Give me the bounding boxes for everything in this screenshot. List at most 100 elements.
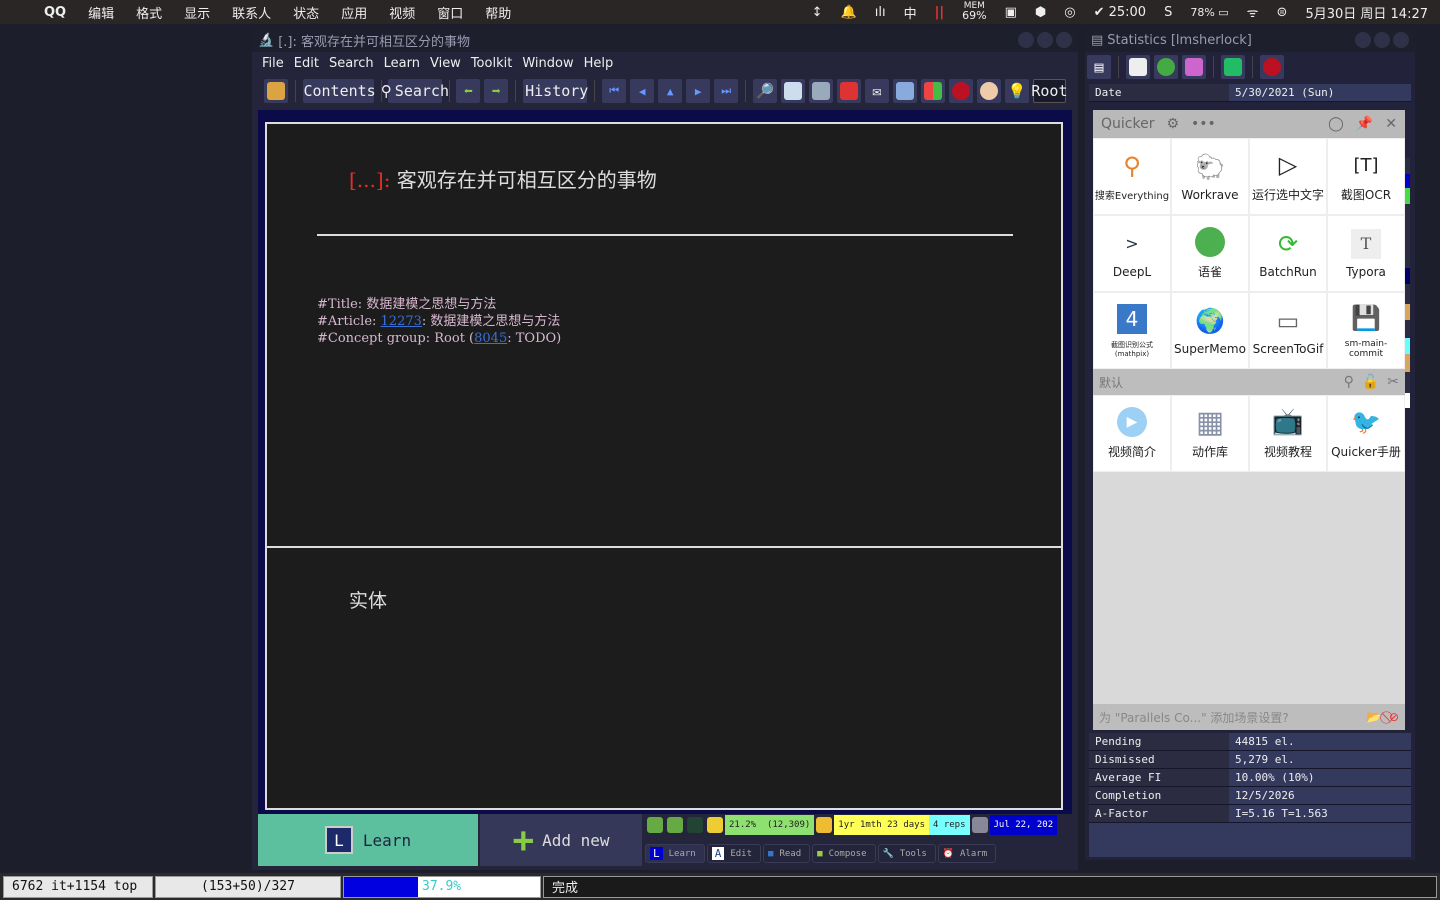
topic-icon[interactable] <box>645 815 665 835</box>
history-button[interactable]: History <box>522 79 588 103</box>
close-icon[interactable]: ✕ <box>1385 116 1397 132</box>
calendar-icon[interactable] <box>1126 55 1150 79</box>
app-yuque[interactable]: 语雀 <box>1171 215 1249 292</box>
open-collection-button[interactable] <box>264 79 288 103</box>
menu-status[interactable]: 状态 <box>293 3 319 22</box>
quicker-header[interactable]: Quicker ⚙ ••• ◯ 📌 ✕ <box>1093 110 1405 138</box>
tab-learn[interactable]: L Learn <box>645 844 705 863</box>
last-button[interactable]: ⏭ <box>714 79 739 103</box>
learn-button[interactable]: L Learn <box>258 814 478 866</box>
hint-icon[interactable] <box>814 815 834 835</box>
wifi-icon[interactable]: ᯤ <box>1247 3 1259 21</box>
menu-window[interactable]: 窗口 <box>437 3 463 22</box>
app-run-selection[interactable]: ▷ 运行选中文字 <box>1249 138 1327 215</box>
search-button[interactable]: ⚲ Search <box>381 79 449 103</box>
app-batchrun[interactable]: ⟳ BatchRun <box>1249 215 1327 292</box>
minimize-button[interactable] <box>1018 32 1034 48</box>
app-screentogif[interactable]: ▭ ScreenToGif <box>1249 292 1327 369</box>
more-icon[interactable]: ••• <box>1191 116 1216 132</box>
account-icon[interactable]: ◯ <box>1328 116 1344 132</box>
tools-icon[interactable]: ✂ <box>1387 374 1399 390</box>
tab-tools[interactable]: 🔧 Tools <box>877 844 936 863</box>
audio-icon[interactable]: ılı <box>875 5 886 20</box>
maximize-button[interactable] <box>1374 32 1390 48</box>
bot-icon[interactable]: ⬢ <box>1035 5 1046 20</box>
folder-icon[interactable]: 📂 <box>1366 710 1381 725</box>
concept-link[interactable]: 8045 <box>474 331 507 346</box>
maximize-button[interactable] <box>1037 32 1053 48</box>
dictionary-icon[interactable] <box>780 79 805 103</box>
previous-button[interactable]: ◀ <box>630 79 655 103</box>
app-quicker-manual[interactable]: 🐦 Quicker手册 <box>1327 395 1405 472</box>
question-component[interactable]: [...]: 客观存在并可相互区分的事物 #Title: 数据建模之思想与方法 … <box>265 122 1063 548</box>
menu-learn[interactable]: Learn <box>384 56 420 72</box>
help-icon[interactable] <box>948 79 973 103</box>
quicker-footer[interactable]: 为 "Parallels Co..." 添加场景设置? 📂⃠⊘ <box>1093 704 1405 730</box>
ime-indicator[interactable]: 中 <box>904 3 917 22</box>
app-typora[interactable]: T Typora <box>1327 215 1405 292</box>
menu-apps[interactable]: 应用 <box>341 3 367 22</box>
minimize-button[interactable] <box>1355 32 1371 48</box>
stats-title-bar[interactable]: ▤ Statistics [lmsherlock] <box>1085 28 1415 52</box>
app-supermemo[interactable]: 🌍 SuperMemo <box>1171 292 1249 369</box>
first-button[interactable]: ⏮ <box>602 79 627 103</box>
back-button[interactable]: ⬅ <box>456 79 481 103</box>
pin-icon[interactable]: 📌 <box>1356 116 1373 132</box>
user-icon[interactable] <box>976 79 1001 103</box>
app-everything[interactable]: ⚲ 搜索Everything <box>1093 138 1171 215</box>
clock[interactable]: 5月30日 周日 14:27 <box>1305 3 1428 22</box>
add-new-button[interactable]: + Add new <box>480 814 642 866</box>
menu-help[interactable]: Help <box>584 56 614 72</box>
tab-alarm[interactable]: ⏰ Alarm <box>937 844 997 863</box>
calendar-icon[interactable] <box>970 815 990 835</box>
app-sm-main-commit[interactable]: 💾 sm-main-commit <box>1327 292 1405 369</box>
title-bar[interactable]: 🔬 [.]: 客观存在并可相互区分的事物 <box>252 28 1078 52</box>
pause-icon[interactable]: || <box>935 5 945 20</box>
menu-format[interactable]: 格式 <box>136 3 162 22</box>
answer-component[interactable]: 实体 <box>265 546 1063 810</box>
pie-chart-icon[interactable] <box>1154 55 1178 79</box>
menu-contacts[interactable]: 联系人 <box>232 3 271 22</box>
app-video-tutorial[interactable]: 📺 视频教程 <box>1249 395 1327 472</box>
book-icon[interactable] <box>808 79 833 103</box>
gear-icon[interactable]: ⚙ <box>1166 116 1179 132</box>
app-mathpix[interactable]: 4 截图识别公式(mathpix) <box>1093 292 1171 369</box>
app-video-intro[interactable]: ▶ 视频简介 <box>1093 395 1171 472</box>
arrows-icon[interactable]: ↕ <box>812 5 823 20</box>
article-link[interactable]: 12273 <box>381 314 422 329</box>
close-button[interactable] <box>1393 32 1409 48</box>
menu-display[interactable]: 显示 <box>184 3 210 22</box>
menu-search[interactable]: Search <box>329 56 374 72</box>
magnifier-icon[interactable]: 🔎 <box>752 79 777 103</box>
clipboard-icon[interactable] <box>665 815 685 835</box>
root-button[interactable]: Root <box>1031 79 1067 103</box>
google-icon[interactable] <box>836 79 861 103</box>
tab-edit[interactable]: A Edit <box>706 844 762 863</box>
menu-edit[interactable]: 编辑 <box>88 3 114 22</box>
menu-view[interactable]: View <box>430 56 461 72</box>
contents-button[interactable]: Contents <box>302 79 376 103</box>
cloze-icon[interactable] <box>705 815 725 835</box>
battery[interactable]: 78% ▭ <box>1190 6 1228 19</box>
s-icon[interactable]: S <box>1164 5 1172 20</box>
next-button[interactable]: ▶ <box>686 79 711 103</box>
windows-icon[interactable] <box>920 79 945 103</box>
activity-icon[interactable]: ▣ <box>1005 5 1017 20</box>
import-icon[interactable] <box>892 79 917 103</box>
qq-icon[interactable]: 🔔 <box>841 5 857 20</box>
menu-help[interactable]: 帮助 <box>485 3 511 22</box>
search-icon[interactable]: ⚲ <box>1344 374 1354 390</box>
app-menu[interactable]: QQ <box>44 5 66 20</box>
priority[interactable]: 21.2% (12,309) <box>725 815 815 835</box>
bulb-icon[interactable]: 💡 <box>1004 79 1029 103</box>
app-ocr[interactable]: [T] 截图OCR <box>1327 138 1405 215</box>
menu-edit[interactable]: Edit <box>294 56 319 72</box>
text-icon[interactable] <box>685 815 705 835</box>
tab-read[interactable]: ■ Read <box>763 844 811 863</box>
app-action-library[interactable]: ▦ 动作库 <box>1171 395 1249 472</box>
pomodoro-timer[interactable]: ✔ 25:00 <box>1094 5 1147 20</box>
mail-icon[interactable]: ✉ <box>864 79 889 103</box>
lock-icon[interactable]: 🔓 <box>1362 374 1379 390</box>
menu-window[interactable]: Window <box>522 56 573 72</box>
help-icon[interactable] <box>1260 55 1284 79</box>
